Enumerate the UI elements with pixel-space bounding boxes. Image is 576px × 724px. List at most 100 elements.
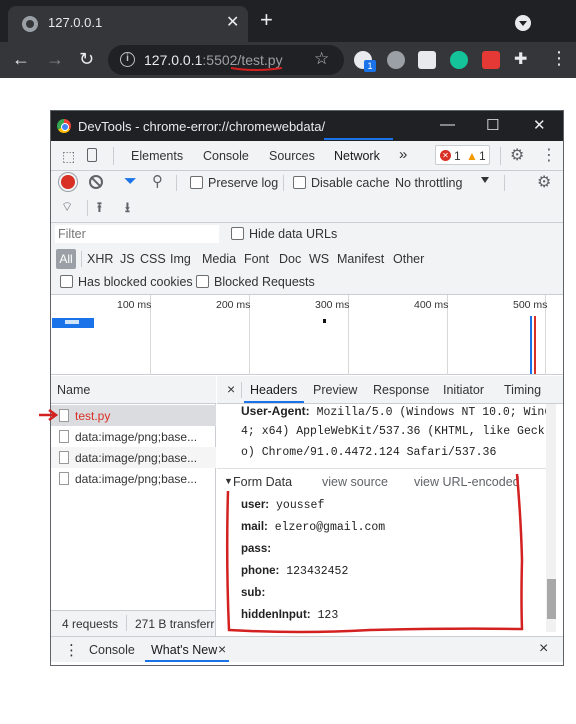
network-settings-gear-icon[interactable]: ⚙ — [537, 172, 551, 192]
chrome-logo-icon — [57, 119, 71, 133]
tab-response[interactable]: Response — [373, 383, 429, 397]
type-filter-media[interactable]: Media — [202, 252, 236, 266]
import-har-icon[interactable]: ⭱ — [97, 197, 102, 221]
close-detail-icon[interactable]: × — [227, 381, 235, 397]
export-har-icon[interactable]: ⭳ — [125, 197, 130, 221]
tab-timing[interactable]: Timing — [504, 383, 541, 397]
hide-data-urls-checkbox[interactable] — [231, 227, 244, 240]
file-icon — [59, 451, 69, 464]
timeline-marker — [323, 319, 326, 323]
form-field-value: 123 — [317, 609, 339, 622]
type-filter-img[interactable]: Img — [170, 252, 191, 266]
forward-arrow-icon[interactable]: → — [46, 48, 64, 70]
window-close-icon[interactable]: ✕ — [533, 116, 546, 134]
tab-close-icon[interactable]: ✕ — [226, 12, 239, 32]
tab-network[interactable]: Network — [334, 149, 380, 163]
inspect-element-icon[interactable]: ⬚ — [62, 148, 75, 165]
preserve-log-label: Preserve log — [208, 176, 279, 190]
request-row[interactable]: data:image/png;base... — [51, 447, 216, 468]
disable-cache-checkbox[interactable] — [293, 176, 306, 189]
url-text[interactable]: 127.0.0.1:5502/test.py — [144, 52, 283, 68]
form-field-key: user: — [241, 499, 270, 511]
settings-gear-icon[interactable]: ⚙ — [510, 145, 524, 165]
request-detail-tabs: × Headers Preview Response Initiator Tim… — [217, 376, 563, 404]
new-tab-button[interactable]: + — [260, 9, 273, 31]
pinterest-icon[interactable] — [387, 51, 405, 69]
drawer-tab-whats-new[interactable]: What's New — [151, 643, 217, 657]
detail-scrollbar-thumb[interactable] — [547, 579, 556, 619]
form-field-row: phone: 123432452 — [241, 565, 348, 578]
type-filter-manifest[interactable]: Manifest — [337, 252, 384, 266]
form-data-section-header[interactable]: ▼ Form Data view source view URL-encoded — [217, 468, 551, 494]
network-conditions-icon[interactable]: ⌔ — [61, 199, 73, 215]
name-column-header[interactable]: Name — [51, 376, 216, 404]
minimize-icon[interactable]: — — [440, 116, 455, 133]
tab-title: 127.0.0.1 — [48, 15, 103, 30]
timeline-tick: 200 ms — [216, 299, 251, 311]
back-arrow-icon[interactable]: ← — [12, 48, 30, 70]
type-filter-xhr[interactable]: XHR — [87, 252, 113, 266]
tab-preview[interactable]: Preview — [313, 383, 357, 397]
throttling-dropdown-icon[interactable] — [481, 177, 489, 183]
request-row[interactable]: data:image/png;base... — [51, 468, 216, 489]
tab-console[interactable]: Console — [203, 149, 249, 163]
extension-icon-red[interactable] — [482, 51, 500, 69]
tab-headers[interactable]: Headers — [250, 383, 297, 397]
address-bar[interactable]: i 127.0.0.1:5502/test.py ☆ — [108, 45, 344, 75]
disable-cache-label: Disable cache — [311, 176, 390, 190]
clear-icon[interactable] — [89, 175, 103, 189]
request-name: data:image/png;base... — [75, 430, 198, 444]
extension-badge: 1 — [364, 60, 376, 72]
request-row[interactable]: data:image/png;base... — [51, 426, 216, 447]
notion-icon[interactable] — [418, 51, 436, 69]
record-button[interactable] — [61, 175, 75, 189]
drawer-tab-console[interactable]: Console — [89, 643, 135, 657]
filter-input[interactable] — [55, 225, 219, 243]
issues-counter[interactable]: ✕ 1 ▲ 1 — [435, 145, 490, 165]
close-drawer-icon[interactable]: × — [539, 640, 548, 658]
image-file-icon — [59, 472, 69, 485]
tab-elements[interactable]: Elements — [131, 149, 183, 163]
type-filter-js[interactable]: JS — [120, 252, 135, 266]
devtools-window-title: DevTools - chrome-error://chromewebdata/ — [78, 119, 326, 134]
view-url-encoded-link[interactable]: view URL-encoded — [414, 475, 520, 489]
header-line: 4; x64) AppleWebKit/537.36 (KHTML, like … — [241, 425, 545, 438]
filter-funnel-icon[interactable]: ⏷ — [124, 173, 137, 191]
site-info-icon[interactable]: i — [120, 52, 135, 67]
type-filter-doc[interactable]: Doc — [279, 252, 301, 266]
close-whats-new-icon[interactable]: × — [218, 641, 226, 657]
extensions-puzzle-icon[interactable]: ✚ — [514, 49, 527, 71]
type-filter-ws[interactable]: WS — [309, 252, 329, 266]
more-tabs-chevron-icon[interactable]: » — [399, 146, 407, 163]
view-source-link[interactable]: view source — [322, 475, 388, 489]
has-blocked-cookies-checkbox[interactable] — [60, 275, 73, 288]
preserve-log-checkbox[interactable] — [190, 176, 203, 189]
form-field-key: pass: — [241, 543, 272, 555]
header-value: o) Chrome/91.0.4472.124 Safari/537.36 — [241, 446, 497, 459]
type-filter-font[interactable]: Font — [244, 252, 269, 266]
browser-tab[interactable]: 127.0.0.1 ✕ — [8, 6, 248, 42]
active-drawer-tab-indicator — [145, 660, 229, 662]
device-toolbar-icon[interactable] — [87, 148, 97, 162]
form-field-row: mail: elzero@gmail.com — [241, 521, 385, 534]
maximize-icon[interactable]: ☐ — [486, 116, 499, 134]
browser-menu-icon[interactable]: ⋮ — [550, 47, 568, 69]
tab-initiator[interactable]: Initiator — [443, 383, 484, 397]
reload-icon[interactable]: ↻ — [79, 48, 94, 70]
type-filter-css[interactable]: CSS — [140, 252, 166, 266]
devtools-menu-icon[interactable]: ⋮ — [541, 145, 557, 165]
request-row[interactable]: test.py — [51, 405, 216, 426]
search-icon[interactable]: ⚲ — [152, 172, 163, 190]
drawer-menu-icon[interactable]: ⋮ — [64, 641, 79, 659]
expand-triangle-icon[interactable]: ▼ — [224, 476, 233, 486]
bookmark-star-icon[interactable]: ☆ — [314, 49, 329, 69]
request-name: data:image/png;base... — [75, 451, 198, 465]
grammarly-icon[interactable] — [450, 51, 468, 69]
type-filter-other[interactable]: Other — [393, 252, 424, 266]
blocked-requests-checkbox[interactable] — [196, 275, 209, 288]
tab-sources[interactable]: Sources — [269, 149, 315, 163]
header-line: User-Agent: Mozilla/5.0 (Windows NT 10.0… — [241, 404, 551, 419]
tab-search-icon[interactable] — [515, 15, 531, 31]
type-filter-all[interactable]: All — [56, 249, 76, 269]
throttling-select[interactable]: No throttling — [395, 176, 462, 190]
